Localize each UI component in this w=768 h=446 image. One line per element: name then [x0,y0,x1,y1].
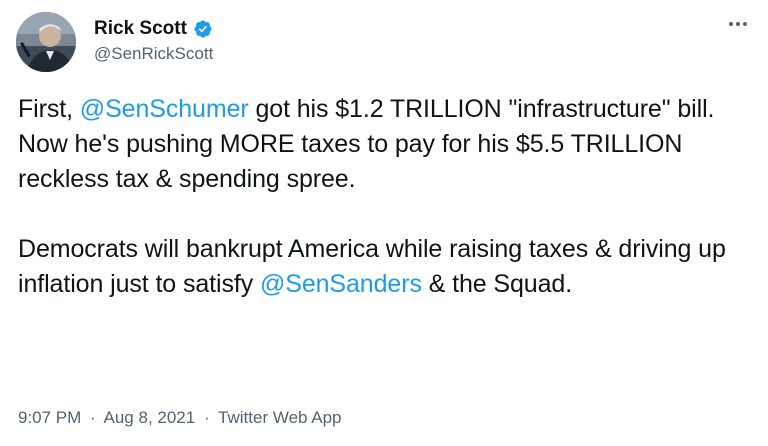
separator-dot: · [203,408,210,427]
author-display-name[interactable]: Rick Scott [94,18,187,40]
more-dot [743,22,747,26]
more-dot [736,22,740,26]
tweet-paragraph-2: Democrats will bankrupt America while ra… [18,232,758,302]
tweet-card: Rick Scott @SenRickScott First, @SenSchu… [0,0,768,446]
author-name-row: Rick Scott [94,18,213,40]
author-handle[interactable]: @SenRickScott [94,44,213,64]
more-options-icon[interactable] [724,14,752,34]
more-dot [729,22,733,26]
avatar-image [16,12,76,72]
mention-link-senschumer[interactable]: @SenSchumer [80,95,249,123]
tweet-metadata: 9:07 PM · Aug 8, 2021 · Twitter Web App [18,407,342,429]
mention-link-sensanders[interactable]: @SenSanders [260,270,422,298]
tweet-date[interactable]: Aug 8, 2021 [104,408,196,427]
author-info: Rick Scott @SenRickScott [94,18,213,64]
tweet-text-segment: & the Squad. [421,270,573,298]
avatar[interactable] [16,12,76,72]
tweet-time[interactable]: 9:07 PM [18,408,81,427]
separator-dot: · [90,408,96,427]
tweet-source-app[interactable]: Twitter Web App [218,408,341,427]
tweet-text-segment: First, [18,95,80,123]
tweet-paragraph-1: First, @SenSchumer got his $1.2 TRILLION… [18,92,758,197]
verified-badge-icon [193,19,213,39]
tweet-text: First, @SenSchumer got his $1.2 TRILLION… [18,92,758,302]
